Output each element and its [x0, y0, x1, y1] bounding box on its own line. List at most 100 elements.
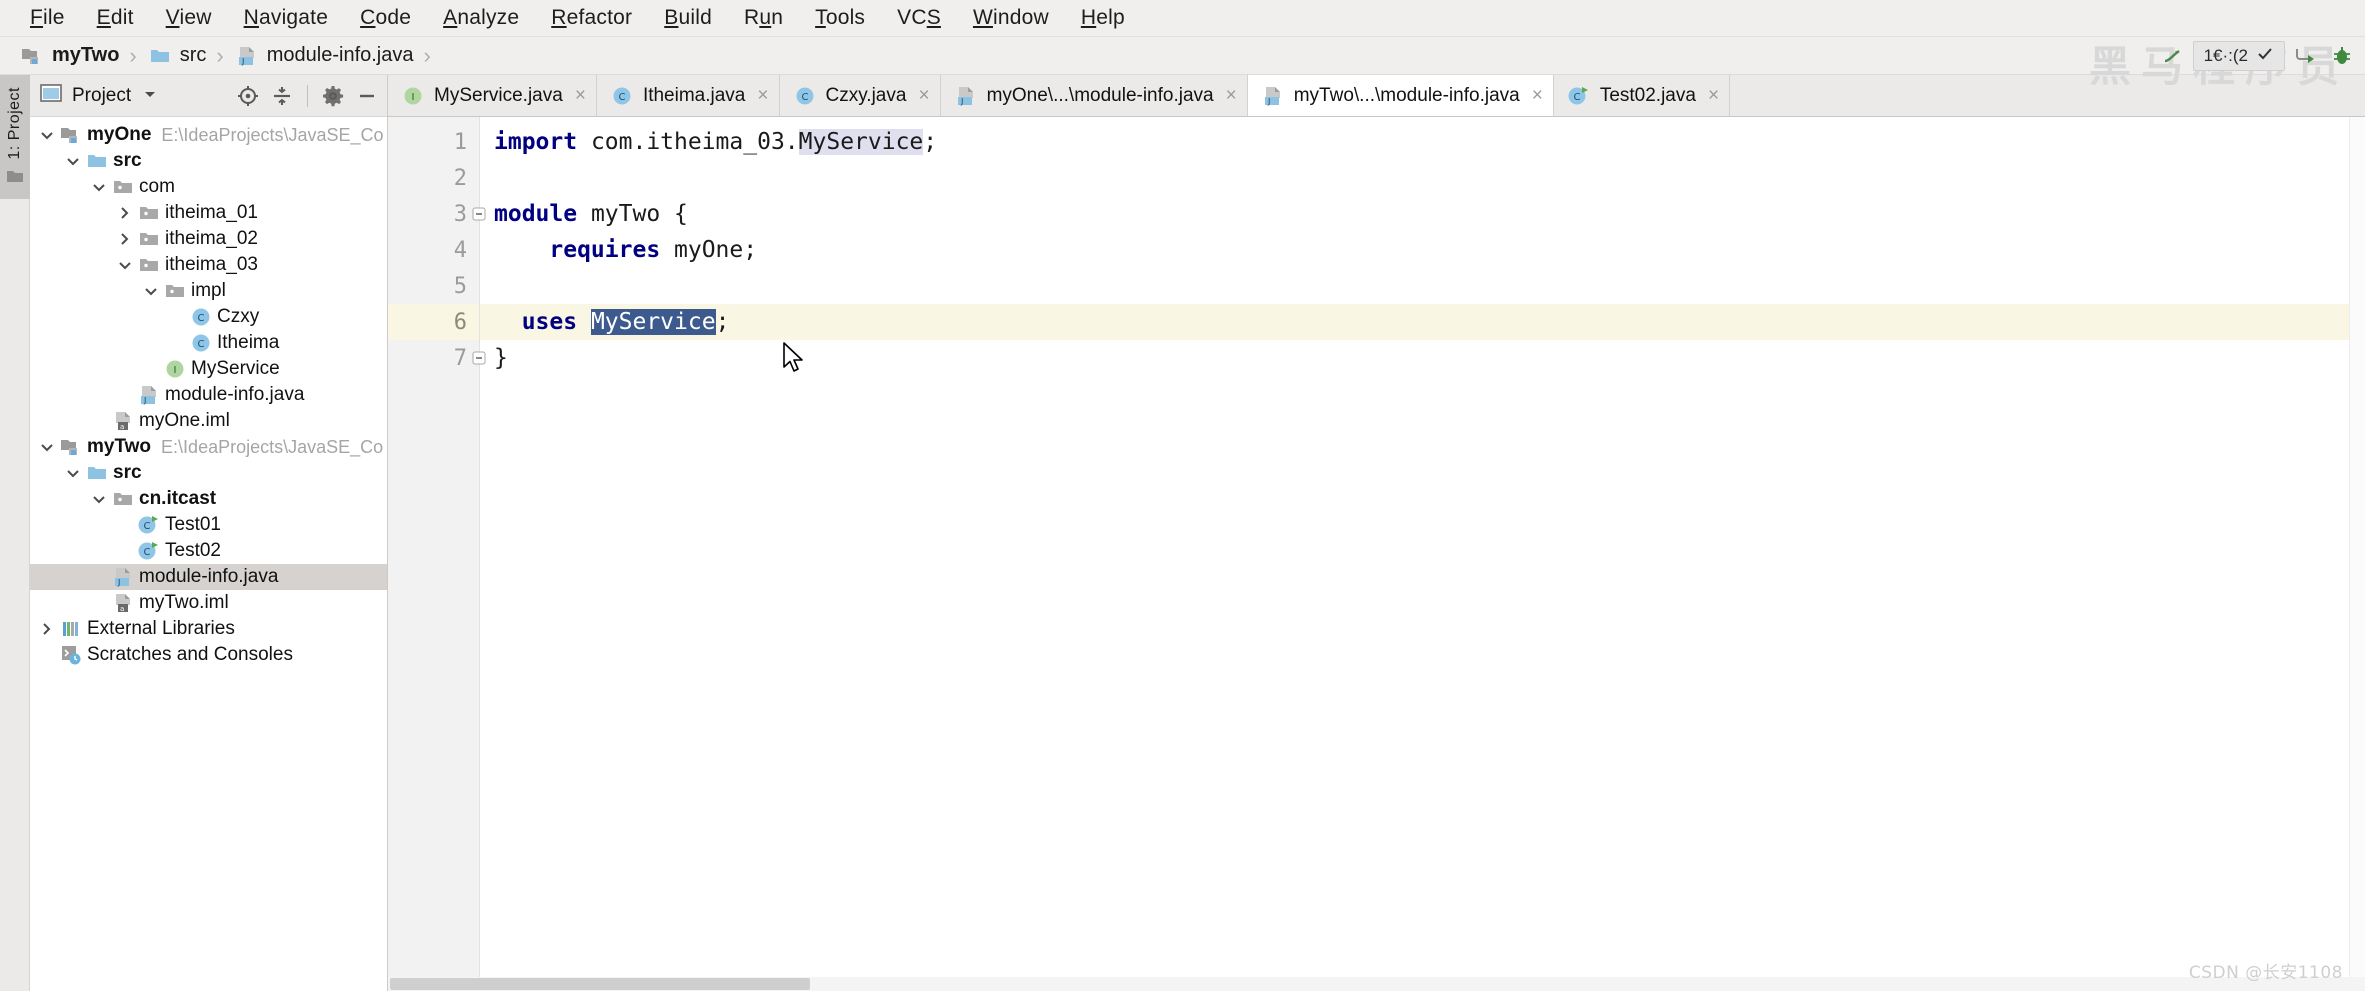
menu-item-code[interactable]: Code — [344, 4, 427, 32]
chevron-down-icon[interactable] — [62, 150, 84, 172]
tree-node-itheima-01[interactable]: itheima_01 — [30, 200, 387, 226]
code-line[interactable] — [480, 268, 2365, 304]
tree-node-itheima-03[interactable]: itheima_03 — [30, 252, 387, 278]
project-panel-header: Project — [30, 75, 387, 117]
tree-node-test01[interactable]: C Test01 — [30, 512, 387, 538]
locate-icon[interactable] — [234, 82, 262, 110]
menu-item-vcs[interactable]: VCS — [881, 4, 957, 32]
tree-node-module-info-java[interactable]: Jmodule-info.java — [30, 382, 387, 408]
menu-item-analyze[interactable]: Analyze — [427, 4, 535, 32]
menu-item-file[interactable]: File — [14, 4, 81, 32]
run-arrow-icon[interactable] — [2291, 41, 2321, 71]
editor-vertical-scrollbar[interactable] — [2349, 117, 2365, 977]
tree-node-src[interactable]: src — [30, 460, 387, 486]
code-line[interactable]: } — [480, 340, 2365, 376]
editor-tab-itheima-java[interactable]: C Itheima.java × — [596, 75, 780, 116]
chevron-down-icon[interactable] — [140, 280, 162, 302]
tree-node-module-info-java[interactable]: Jmodule-info.java — [30, 564, 387, 590]
tool-window-button-project[interactable]: 1: Project — [0, 75, 30, 199]
tree-node-test02[interactable]: C Test02 — [30, 538, 387, 564]
breadcrumb-label: module-info.java — [266, 44, 414, 66]
collapse-all-icon[interactable] — [268, 82, 296, 110]
editor-tab-czxy-java[interactable]: C Czxy.java × — [779, 75, 941, 116]
project-tool-window: Project myOne E:\IdeaProjects\JavaSE_Co … — [30, 75, 388, 991]
tree-node-myone[interactable]: myOne E:\IdeaProjects\JavaSE_Co — [30, 122, 387, 148]
code-line[interactable]: requires myOne; — [480, 232, 2365, 268]
tree-node-mytwo-iml[interactable]: a myTwo.iml — [30, 590, 387, 616]
close-icon[interactable]: × — [918, 85, 929, 107]
close-icon[interactable]: × — [757, 85, 768, 107]
menu-item-refactor[interactable]: Refactor — [535, 4, 648, 32]
breadcrumb-label: myTwo — [52, 44, 120, 66]
menu-item-build[interactable]: Build — [648, 4, 728, 32]
breadcrumb-item-module-info-java[interactable]: Jmodule-info.java — [229, 43, 419, 68]
chevron-right-icon[interactable] — [36, 618, 58, 640]
run-icon[interactable] — [2157, 41, 2187, 71]
editor-tab-test02-java[interactable]: C Test02.java × — [1553, 75, 1731, 116]
tree-node-label: myTwo.iml — [139, 592, 229, 613]
run-configuration-selector[interactable]: 1€·:(2 — [2192, 41, 2285, 71]
tree-node-czxy[interactable]: C Czxy — [30, 304, 387, 330]
code-content[interactable]: import com.itheima_03. MyService;module m… — [480, 117, 2365, 977]
line-number: 5 — [388, 268, 479, 304]
settings-gear-icon[interactable] — [319, 82, 347, 110]
tree-node-label: Test01 — [165, 514, 221, 535]
tree-node-impl[interactable]: impl — [30, 278, 387, 304]
tree-node-itheima-02[interactable]: itheima_02 — [30, 226, 387, 252]
code-line[interactable] — [480, 160, 2365, 196]
menu-item-navigate[interactable]: Navigate — [228, 4, 345, 32]
menu-item-tools[interactable]: Tools — [799, 4, 881, 32]
chevron-right-icon[interactable] — [114, 202, 136, 224]
editor-horizontal-scrollbar[interactable] — [388, 977, 2365, 991]
debug-bug-icon[interactable] — [2327, 41, 2357, 71]
menu-item-window[interactable]: Window — [957, 4, 1065, 32]
tree-node-label: module-info.java — [139, 566, 279, 587]
toolbar-divider — [307, 84, 308, 107]
close-icon[interactable]: × — [1708, 85, 1719, 107]
menu-item-help[interactable]: Help — [1065, 4, 1141, 32]
tree-node-myone-iml[interactable]: a myOne.iml — [30, 408, 387, 434]
project-panel-title: Project — [72, 84, 132, 106]
svg-text:C: C — [144, 521, 151, 532]
tree-node-cn-itcast[interactable]: cn.itcast — [30, 486, 387, 512]
close-icon[interactable]: × — [575, 85, 586, 107]
tree-node-myservice[interactable]: I MyService — [30, 356, 387, 382]
package-icon — [136, 202, 162, 224]
chevron-right-icon[interactable] — [114, 228, 136, 250]
menu-item-view[interactable]: View — [150, 4, 228, 32]
editor-tab-mytwo-----module-info-java[interactable]: JmyTwo\...\module-info.java × — [1247, 75, 1554, 116]
editor-body: 1234567 import com.itheima_03. MyService;… — [388, 117, 2365, 977]
project-tree[interactable]: myOne E:\IdeaProjects\JavaSE_Co src com ithe… — [30, 117, 387, 991]
menu-item-run[interactable]: Run — [728, 4, 799, 32]
editor-gutter[interactable]: 1 2 3 4 5 6 7 — [388, 117, 486, 977]
close-icon[interactable]: × — [1532, 85, 1543, 107]
editor-tab-myone-----module-info-java[interactable]: JmyOne\...\module-info.java × — [940, 75, 1248, 116]
tree-node-com[interactable]: com — [30, 174, 387, 200]
module-info-file-icon: J — [110, 566, 136, 588]
chevron-down-icon[interactable] — [143, 87, 157, 105]
breadcrumb-label: src — [179, 44, 207, 66]
chevron-down-icon[interactable] — [62, 462, 84, 484]
tree-node-scratches-and-consoles[interactable]: Scratches and Consoles — [30, 642, 387, 668]
close-icon[interactable]: × — [1226, 85, 1237, 107]
editor-tab-myservice-java[interactable]: I MyService.java × — [388, 75, 597, 116]
tree-node-label: src — [113, 150, 142, 171]
breadcrumb-item-mytwo[interactable]: myTwo — [14, 43, 124, 68]
code-line[interactable]: import com.itheima_03. MyService; — [480, 124, 2365, 160]
tree-node-src[interactable]: src — [30, 148, 387, 174]
code-line[interactable]: uses MyService; — [480, 304, 2365, 340]
tree-node-external-libraries[interactable]: External Libraries — [30, 616, 387, 642]
tree-node-mytwo[interactable]: myTwo E:\IdeaProjects\JavaSE_Co — [30, 434, 387, 460]
chevron-down-icon[interactable] — [88, 488, 110, 510]
breadcrumb-item-src[interactable]: src — [142, 43, 212, 68]
code-line[interactable]: module myTwo { — [480, 196, 2365, 232]
module-folder-icon — [58, 124, 84, 146]
chevron-down-icon[interactable] — [114, 254, 136, 276]
chevron-down-icon[interactable] — [88, 176, 110, 198]
chevron-down-icon[interactable] — [36, 436, 58, 458]
chevron-down-icon[interactable] — [36, 124, 58, 146]
editor-tabs[interactable]: I MyService.java × C Itheima.java × C Czxy.java… — [388, 75, 2365, 117]
hide-panel-icon[interactable] — [353, 82, 381, 110]
tree-node-itheima[interactable]: C Itheima — [30, 330, 387, 356]
menu-item-edit[interactable]: Edit — [81, 4, 150, 32]
